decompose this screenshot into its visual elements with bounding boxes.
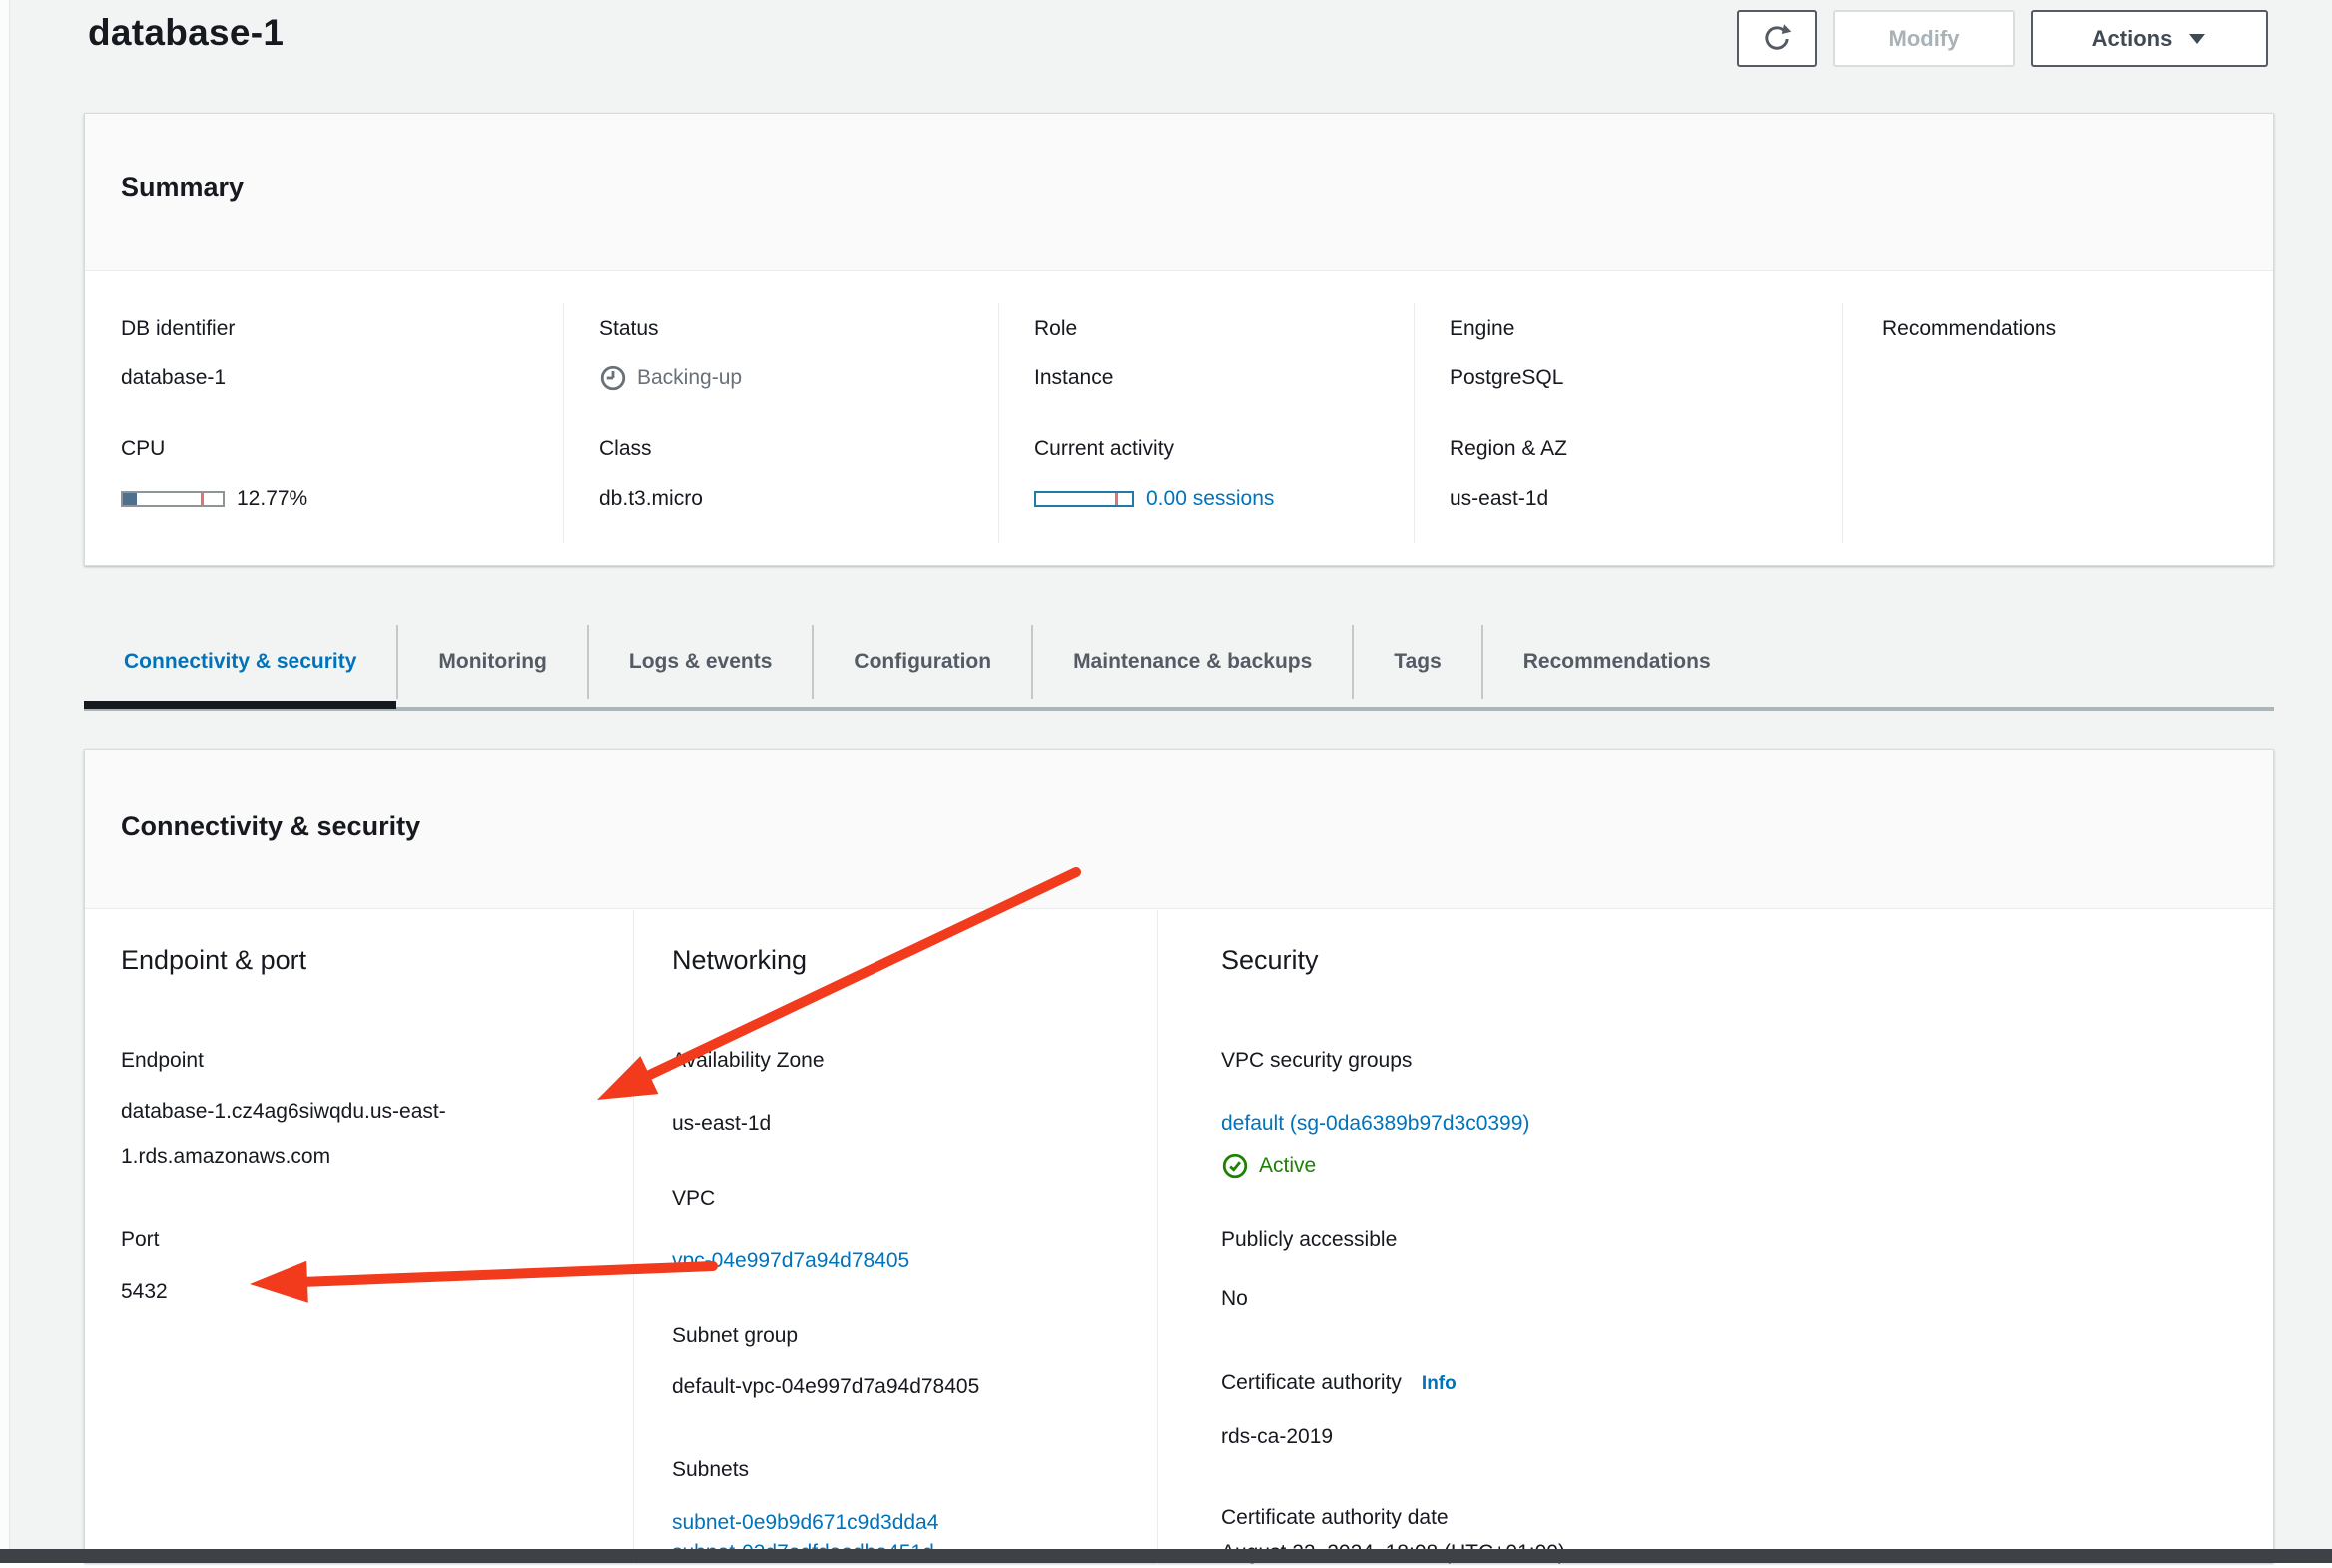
security-group-status: Active (1259, 1151, 1316, 1181)
certificate-authority-date-label: Certificate authority date (1221, 1503, 1449, 1533)
detail-tabs: Connectivity & security Monitoring Logs … (84, 625, 2274, 711)
refresh-button[interactable] (1737, 10, 1817, 67)
vpc-label: VPC (672, 1184, 715, 1214)
sessions-bar (1034, 491, 1134, 507)
current-activity-value[interactable]: 0.00 sessions (1146, 484, 1274, 514)
vpc-link[interactable]: vpc-04e997d7a94d78405 (672, 1246, 909, 1276)
refresh-icon (1760, 22, 1794, 56)
tab-logs-events[interactable]: Logs & events (587, 625, 813, 699)
modify-button[interactable]: Modify (1833, 10, 2015, 67)
divider (563, 303, 564, 543)
summary-title: Summary (121, 172, 244, 203)
current-activity-label: Current activity (1034, 434, 1174, 464)
check-circle-icon (1221, 1152, 1249, 1180)
engine-label: Engine (1450, 314, 1514, 344)
endpoint-value-line1: database-1.cz4ag6siwqdu.us-east- (121, 1097, 446, 1127)
role-label: Role (1034, 314, 1077, 344)
availability-zone-label: Availability Zone (672, 1046, 825, 1076)
status-value-row: Backing-up (599, 363, 742, 393)
tab-connectivity-security[interactable]: Connectivity & security (84, 625, 396, 699)
certificate-authority-label-text: Certificate authority (1221, 1371, 1402, 1394)
region-az-value: us-east-1d (1450, 484, 1548, 514)
class-label: Class (599, 434, 652, 464)
divider (998, 303, 999, 543)
subnets-label: Subnets (672, 1455, 749, 1485)
endpoint-port-heading: Endpoint & port (121, 945, 306, 976)
cpu-label: CPU (121, 434, 165, 464)
subnet-group-label: Subnet group (672, 1321, 798, 1351)
endpoint-value-line2: 1.rds.amazonaws.com (121, 1142, 330, 1172)
status-label: Status (599, 314, 659, 344)
role-value: Instance (1034, 363, 1113, 393)
networking-heading: Networking (672, 945, 807, 976)
security-heading: Security (1221, 945, 1319, 976)
db-identifier-value: database-1 (121, 363, 226, 393)
status-value: Backing-up (637, 363, 742, 393)
window-left-edge (0, 0, 10, 1563)
class-value: db.t3.micro (599, 484, 703, 514)
cpu-usage-bar (121, 491, 225, 507)
connectivity-card-header: Connectivity & security (85, 750, 2273, 909)
page-title: database-1 (88, 12, 284, 54)
tab-tags[interactable]: Tags (1352, 625, 1480, 699)
summary-card: Summary DB identifier database-1 CPU 12.… (84, 113, 2274, 566)
region-az-label: Region & AZ (1450, 434, 1567, 464)
publicly-accessible-label: Publicly accessible (1221, 1225, 1397, 1255)
caret-down-icon (2188, 33, 2206, 45)
actions-button[interactable]: Actions (2031, 10, 2268, 67)
availability-zone-value: us-east-1d (672, 1109, 771, 1139)
security-group-status-row: Active (1221, 1151, 1316, 1181)
endpoint-label: Endpoint (121, 1046, 204, 1076)
divider (1157, 910, 1158, 1564)
subnet-group-value: default-vpc-04e997d7a94d78405 (672, 1372, 979, 1402)
actions-button-label: Actions (2092, 26, 2173, 52)
cpu-value-row: 12.77% (121, 484, 307, 514)
cpu-value: 12.77% (237, 484, 307, 514)
tab-recommendations[interactable]: Recommendations (1481, 625, 1751, 699)
tab-monitoring[interactable]: Monitoring (396, 625, 586, 699)
connectivity-security-card: Connectivity & security Endpoint & port … (84, 749, 2274, 1563)
port-value: 5432 (121, 1277, 168, 1307)
recommendations-label: Recommendations (1882, 314, 2056, 344)
current-activity-row: 0.00 sessions (1034, 484, 1274, 514)
divider (633, 910, 634, 1564)
certificate-authority-info-link[interactable]: Info (1422, 1373, 1457, 1394)
certificate-authority-label: Certificate authority Info (1221, 1368, 1457, 1399)
vpc-security-groups-label: VPC security groups (1221, 1046, 1412, 1076)
tab-maintenance-backups[interactable]: Maintenance & backups (1031, 625, 1352, 699)
rds-instance-page: database-1 Modify Actions Summary DB ide… (0, 0, 2332, 1563)
certificate-authority-value: rds-ca-2019 (1221, 1422, 1333, 1452)
port-label: Port (121, 1225, 160, 1255)
divider (1842, 303, 1843, 543)
clock-icon (599, 364, 627, 392)
publicly-accessible-value: No (1221, 1284, 1248, 1313)
summary-card-header: Summary (85, 114, 2273, 271)
db-identifier-label: DB identifier (121, 314, 235, 344)
tab-configuration[interactable]: Configuration (812, 625, 1031, 699)
security-group-link[interactable]: default (sg-0da6389b97d3c0399) (1221, 1109, 1529, 1139)
divider (1414, 303, 1415, 543)
window-bottom-bar (0, 1549, 2332, 1563)
connectivity-title: Connectivity & security (121, 811, 420, 842)
subnet-link-1[interactable]: subnet-0e9b9d671c9d3dda4 (672, 1508, 938, 1538)
engine-value: PostgreSQL (1450, 363, 1563, 393)
